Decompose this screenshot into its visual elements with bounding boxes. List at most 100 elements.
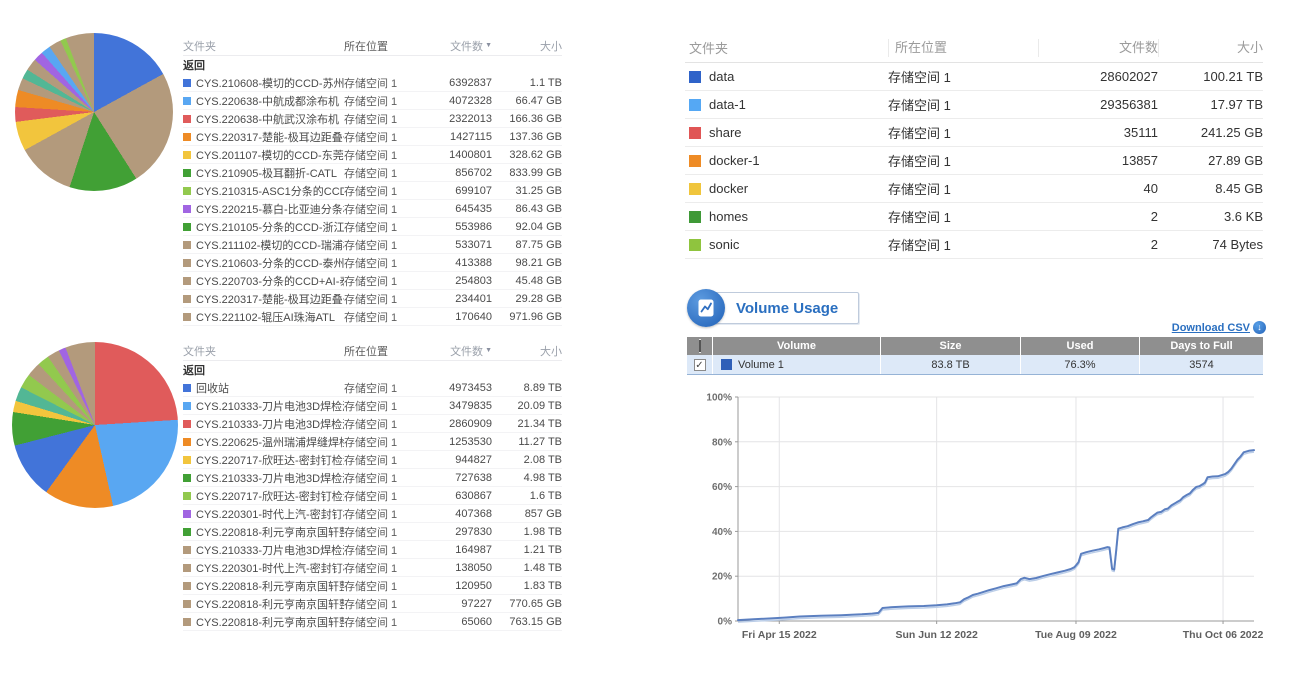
folder-column-header[interactable]: 文件夹	[183, 343, 344, 359]
folder-location: 存储空间 1	[888, 179, 1038, 198]
folder-location: 存储空间 1	[344, 416, 430, 432]
folder-file-count: 645435	[430, 203, 492, 215]
folder-name: CYS.210333-刀片电池3D焊检测-宁乡	[196, 416, 344, 432]
table-row[interactable]: CYS.210603-分条的CCD-泰州嘉盛 存储空间 1 413388 98.…	[183, 254, 562, 272]
table-row[interactable]: CYS.220317-楚能-极耳边距叠一体机-缺陷检测 存储空间 1 14271…	[183, 128, 562, 146]
volume-days-to-full: 3574	[1140, 355, 1263, 374]
folder-name: CYS.220317-楚能-极耳边距叠一体机-定位	[196, 291, 344, 307]
table-row[interactable]: CYS.210608-模切的CCD-苏州力神 存储空间 1 6392837 1.…	[183, 74, 562, 92]
folder-file-count: 699107	[430, 185, 492, 197]
folder-file-count: 138050	[430, 562, 492, 574]
file-table-top: 文件夹 所在位置 文件数 ▼ 大小 返回 CYS.210608-模切的CCD-苏…	[183, 36, 562, 326]
table-row[interactable]: CYS.220818-利元亨南京国轩整线-顶盖激光焊缝-… 存储空间 1 972…	[183, 595, 562, 613]
location-column-header[interactable]: 所在位置	[344, 38, 430, 54]
size-distribution-pie-bottom[interactable]	[12, 342, 178, 508]
table-row[interactable]: CYS.210315-ASC1分条的CCD-ATL分条机 存储空间 1 6991…	[183, 182, 562, 200]
table-row[interactable]: CYS.210333-刀片电池3D焊检测-坪山 存储空间 1 727638 4.…	[183, 469, 562, 487]
table-row[interactable]: CYS.210333-刀片电池3D焊检测-无为-2期 存储空间 1 347983…	[183, 397, 562, 415]
folder-file-count: 28602027	[1038, 69, 1158, 84]
folder-name: CYS.220818-利元亨南京国轩整线-顶盖激光焊缝-…	[196, 596, 344, 612]
folder-size: 45.48 GB	[492, 275, 562, 287]
folder-location: 存储空间 1	[344, 506, 430, 522]
row-color-swatch	[183, 295, 191, 303]
location-column-header[interactable]: 所在位置	[888, 39, 1038, 57]
folder-size: 328.62 GB	[492, 149, 562, 161]
select-all-header-cell[interactable]	[687, 337, 713, 355]
folder-size: 11.27 TB	[492, 436, 562, 448]
file-count-sort-header[interactable]: 文件数 ▼	[430, 343, 492, 359]
table-row[interactable]: homes 存储空间 1 2 3.6 KB	[685, 203, 1263, 231]
table-row[interactable]: 回收站 存储空间 1 4973453 8.89 TB	[183, 379, 562, 397]
folder-size: 3.6 KB	[1158, 209, 1263, 224]
size-column-header[interactable]: 大小	[492, 343, 562, 359]
back-row[interactable]: 返回	[183, 56, 562, 74]
folder-size: 8.89 TB	[492, 382, 562, 394]
volume-checkbox[interactable]: ✓	[694, 359, 706, 371]
folder-size: 1.48 TB	[492, 562, 562, 574]
folder-size: 763.15 GB	[492, 616, 562, 628]
volume-row[interactable]: ✓ Volume 1 83.8 TB 76.3% 3574	[687, 355, 1263, 375]
table-row[interactable]: CYS.211102-模切的CCD-瑞浦模切 存储空间 1 533071 87.…	[183, 236, 562, 254]
table-row[interactable]: data-1 存储空间 1 29356381 17.97 TB	[685, 91, 1263, 119]
row-color-swatch	[183, 79, 191, 87]
sort-desc-icon: ▼	[485, 347, 492, 354]
folder-size: 1.83 TB	[492, 580, 562, 592]
table-row[interactable]: CYS.220301-时代上汽-密封钉检测-3D 存储空间 1 407368 8…	[183, 505, 562, 523]
table-row[interactable]: CYS.220301-时代上汽-密封钉检测-2D 存储空间 1 138050 1…	[183, 559, 562, 577]
back-row[interactable]: 返回	[183, 361, 562, 379]
table-row[interactable]: CYS.201107-模切的CCD-东莞CATL 存储空间 1 1400801 …	[183, 146, 562, 164]
folder-file-count: 40	[1038, 181, 1158, 196]
table-row[interactable]: docker-1 存储空间 1 13857 27.89 GB	[685, 147, 1263, 175]
table-row[interactable]: CYS.220215-慕白-比亚迪分条机 存储空间 1 645435 86.43…	[183, 200, 562, 218]
folder-column-header[interactable]: 文件夹	[685, 38, 888, 57]
folder-file-count: 1400801	[430, 149, 492, 161]
table-row[interactable]: docker 存储空间 1 40 8.45 GB	[685, 175, 1263, 203]
days-to-full-column-header[interactable]: Days to Full	[1140, 337, 1263, 355]
folder-location: 存储空间 1	[344, 596, 430, 612]
table-row[interactable]: CYS.220818-利元亨南京国轩整线-密封钉 存储空间 1 65060 76…	[183, 613, 562, 631]
download-csv-link[interactable]: Download CSV ↓	[1172, 321, 1266, 334]
folder-size: 87.75 GB	[492, 239, 562, 251]
table-row[interactable]: CYS.210905-极耳翻折-CATL 存储空间 1 856702 833.9…	[183, 164, 562, 182]
volume-column-header[interactable]: Volume	[713, 337, 881, 355]
table-row[interactable]: share 存储空间 1 35111 241.25 GB	[685, 119, 1263, 147]
folder-size: 857 GB	[492, 508, 562, 520]
table-row[interactable]: CYS.210333-刀片电池3D焊检测-宁乡 存储空间 1 2860909 2…	[183, 415, 562, 433]
table-row[interactable]: CYS.221102-辊压AI珠海ATL 存储空间 1 170640 971.9…	[183, 308, 562, 326]
table-row[interactable]: data 存储空间 1 28602027 100.21 TB	[685, 63, 1263, 91]
table-row[interactable]: CYS.220625-温州瑞浦焊缝焊检测 存储空间 1 1253530 11.2…	[183, 433, 562, 451]
table-row[interactable]: CYS.220717-欣旺达-密封钉检测-3D 存储空间 1 944827 2.…	[183, 451, 562, 469]
file-count-sort-header[interactable]: 文件数 ▼	[430, 38, 492, 54]
size-column-header[interactable]: 大小	[492, 38, 562, 54]
folder-location: 存储空间 1	[344, 614, 430, 630]
svg-text:80%: 80%	[712, 437, 732, 448]
location-column-header[interactable]: 所在位置	[344, 343, 430, 359]
table-row[interactable]: sonic 存储空间 1 2 74 Bytes	[685, 231, 1263, 259]
svg-text:Tue Aug 09 2022: Tue Aug 09 2022	[1035, 629, 1117, 641]
folder-file-count: 2	[1038, 237, 1158, 252]
folder-column-header[interactable]: 文件夹	[183, 38, 344, 54]
table-row[interactable]: CYS.220717-欣旺达-密封钉检测-2D 存储空间 1 630867 1.…	[183, 487, 562, 505]
folder-name: CYS.210333-刀片电池3D焊检测-无为-2期	[196, 398, 344, 414]
select-all-checkbox[interactable]	[699, 339, 701, 353]
file-count-column-header[interactable]: 文件数	[1038, 39, 1158, 57]
used-column-header[interactable]: Used	[1021, 337, 1140, 355]
table-row[interactable]: CYS.220317-楚能-极耳边距叠一体机-定位 存储空间 1 234401 …	[183, 290, 562, 308]
table-row[interactable]: CYS.210105-分条的CCD-浙江恒威（三期） 存储空间 1 553986…	[183, 218, 562, 236]
table-row[interactable]: CYS.220818-利元亨南京国轩整线-质量焊-3D 存储空间 1 29783…	[183, 523, 562, 541]
table-row[interactable]: CYS.220703-分条的CCD+AI-泰州恒威 存储空间 1 254803 …	[183, 272, 562, 290]
row-color-swatch	[183, 277, 191, 285]
size-distribution-pie-top[interactable]	[15, 33, 173, 191]
folder-file-count: 630867	[430, 490, 492, 502]
folder-name: share	[709, 125, 742, 140]
table-row[interactable]: CYS.220638-中航成都涂布机 存储空间 1 4072328 66.47 …	[183, 92, 562, 110]
table-row[interactable]: CYS.210333-刀片电池3D焊检测-重庆 存储空间 1 164987 1.…	[183, 541, 562, 559]
size-column-header[interactable]: Size	[881, 337, 1021, 355]
file-table-header: 文件夹 所在位置 文件数 ▼ 大小	[183, 341, 562, 361]
table-row[interactable]: CYS.220818-利元亨南京国轩整线-质量焊-2D 存储空间 1 12095…	[183, 577, 562, 595]
row-color-swatch	[689, 155, 701, 167]
size-column-header[interactable]: 大小	[1158, 39, 1263, 57]
table-row[interactable]: CYS.220638-中航武汉涂布机 存储空间 1 2322013 166.36…	[183, 110, 562, 128]
folder-location: 存储空间 1	[344, 93, 430, 109]
folder-file-count: 164987	[430, 544, 492, 556]
